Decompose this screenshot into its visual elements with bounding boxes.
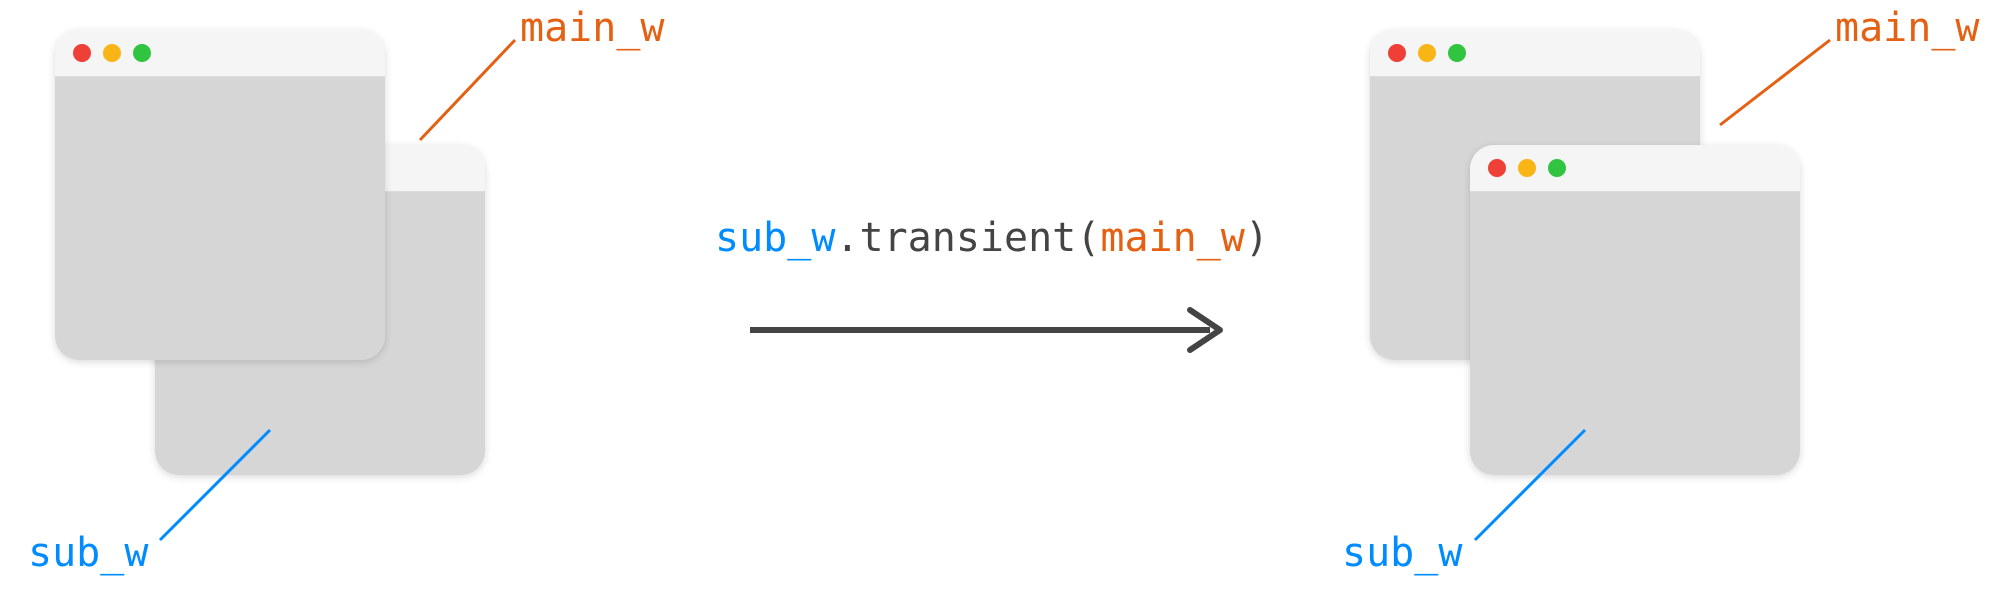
pointer-sub-w-right xyxy=(0,0,2010,596)
